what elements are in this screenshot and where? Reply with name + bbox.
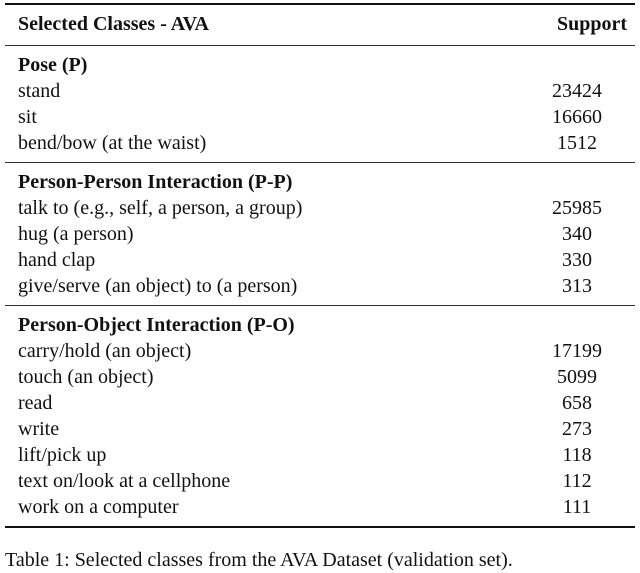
support-value: 23424	[552, 80, 602, 102]
section-pose: Pose (P) stand 23424 sit 16660 bend/bow …	[5, 46, 635, 162]
table-row: text on/look at a cellphone 112	[5, 468, 635, 494]
section-person-object: Person-Object Interaction (P-O) carry/ho…	[5, 306, 635, 526]
table-row: talk to (e.g., self, a person, a group) …	[5, 195, 635, 221]
class-label: touch (an object)	[18, 366, 154, 388]
support-value: 273	[562, 418, 592, 440]
support-value: 118	[562, 444, 592, 466]
class-label: carry/hold (an object)	[18, 340, 192, 362]
table-row: bend/bow (at the waist) 1512	[5, 130, 635, 156]
table-row: read 658	[5, 390, 635, 416]
class-label: talk to (e.g., self, a person, a group)	[18, 197, 303, 219]
class-label: sit	[18, 106, 37, 128]
class-label: hug (a person)	[18, 223, 134, 245]
class-label: bend/bow (at the waist)	[18, 132, 207, 154]
table-row: lift/pick up 118	[5, 442, 635, 468]
class-label: hand clap	[18, 249, 96, 271]
classes-table: Selected Classes - AVA Support Pose (P) …	[5, 3, 635, 528]
section-title-row: Pose (P)	[5, 52, 635, 78]
table-row: write 273	[5, 416, 635, 442]
support-value: 25985	[552, 197, 602, 219]
support-value: 5099	[557, 366, 597, 388]
bottom-rule	[5, 526, 635, 528]
support-value: 16660	[552, 106, 602, 128]
support-value: 111	[562, 496, 592, 518]
table-row: hand clap 330	[5, 247, 635, 273]
table-row: carry/hold (an object) 17199	[5, 338, 635, 364]
support-value: 1512	[557, 132, 597, 154]
section-person-person: Person-Person Interaction (P-P) talk to …	[5, 163, 635, 305]
class-label: text on/look at a cellphone	[18, 470, 231, 492]
support-value: 340	[562, 223, 592, 245]
table-row: work on a computer 111	[5, 494, 635, 520]
section-title: Pose (P)	[18, 54, 88, 76]
support-value: 17199	[552, 340, 602, 362]
table-header-row: Selected Classes - AVA Support	[5, 5, 635, 45]
table-caption: Table 1: Selected classes from the AVA D…	[5, 549, 513, 571]
class-label: stand	[18, 80, 61, 102]
class-label: read	[18, 392, 53, 414]
header-classes: Selected Classes - AVA	[18, 13, 209, 35]
section-title: Person-Person Interaction (P-P)	[18, 171, 293, 193]
support-value: 330	[562, 249, 592, 271]
class-label: work on a computer	[18, 496, 179, 518]
class-label: write	[18, 418, 60, 440]
section-title-row: Person-Object Interaction (P-O)	[5, 312, 635, 338]
table-row: sit 16660	[5, 104, 635, 130]
table-row: give/serve (an object) to (a person) 313	[5, 273, 635, 299]
support-value: 658	[562, 392, 592, 414]
table-row: hug (a person) 340	[5, 221, 635, 247]
support-value: 112	[562, 470, 592, 492]
support-value: 313	[562, 275, 592, 297]
section-title-row: Person-Person Interaction (P-P)	[5, 169, 635, 195]
header-support: Support	[556, 13, 627, 35]
class-label: lift/pick up	[18, 444, 107, 466]
class-label: give/serve (an object) to (a person)	[18, 275, 298, 297]
section-title: Person-Object Interaction (P-O)	[18, 314, 295, 336]
table-row: touch (an object) 5099	[5, 364, 635, 390]
table-row: stand 23424	[5, 78, 635, 104]
